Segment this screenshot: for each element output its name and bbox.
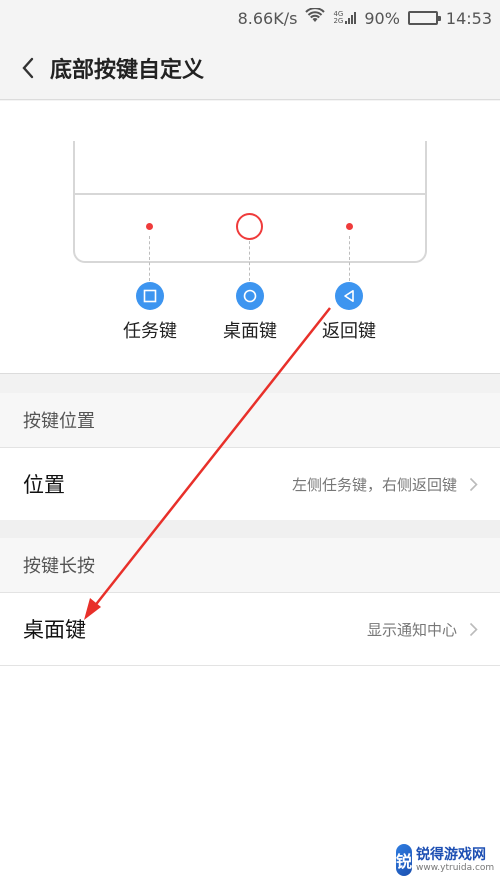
wifi-icon [305,7,326,28]
battery-percent: 90% [364,8,400,28]
back-key-guide [349,236,350,281]
task-key-label: 任务键 [123,321,177,342]
section-gap [0,373,500,393]
task-key-dot [146,223,153,230]
clock: 14:53 [445,8,492,28]
home-key-ring [236,213,263,240]
position-label: 位置 [23,473,65,497]
app-header: 底部按键自定义 [0,36,500,100]
section-header-long-press: 按键长按 [0,538,500,592]
position-value: 左侧任务键，右侧返回键 [291,475,457,494]
back-key-label: 返回键 [322,321,376,342]
battery-icon [407,11,441,25]
watermark-name: 锐得游戏网 [416,846,487,863]
section-gap [0,520,500,538]
chevron-left-icon [22,57,34,78]
circle-icon [243,289,257,303]
home-key-row-value: 显示通知中心 [366,620,457,639]
position-setting-row[interactable]: 位置 左侧任务键，右侧返回键 [0,447,500,521]
task-key-guide [149,236,150,281]
nav-key-preview: 任务键 桌面键 返回键 [0,101,500,373]
chevron-right-icon [469,477,478,492]
chevron-right-icon [469,622,478,637]
status-indicators: 8.66K/s 4G 2G 90% 14:53 [238,0,492,36]
section-header-key-position: 按键位置 [0,393,500,447]
task-key-button[interactable] [136,282,164,310]
square-icon [143,289,157,303]
back-key-dot [346,223,353,230]
watermark-url: www.ytruida.com [416,862,495,873]
network-type-bottom: 2G [333,17,344,25]
network-speed: 8.66K/s [237,8,298,28]
home-key-long-press-row[interactable]: 桌面键 显示通知中心 [0,592,500,666]
back-key-button[interactable] [335,282,363,310]
triangle-back-icon [344,290,354,302]
home-key-label: 桌面键 [223,321,277,342]
device-illustration [73,141,427,263]
home-key-guide [249,241,250,281]
device-divider [75,193,425,195]
status-bar: 8.66K/s 4G 2G 90% 14:53 [0,0,500,36]
home-key-button[interactable] [236,282,264,310]
watermark: 锐 锐得游戏网 www.ytruida.com [396,835,494,885]
back-button[interactable] [6,36,50,100]
cellular-signal-icon: 4G 2G [333,11,357,25]
page-title: 底部按键自定义 [50,57,205,83]
home-key-row-label: 桌面键 [23,618,86,642]
watermark-logo: 锐 [396,844,413,876]
